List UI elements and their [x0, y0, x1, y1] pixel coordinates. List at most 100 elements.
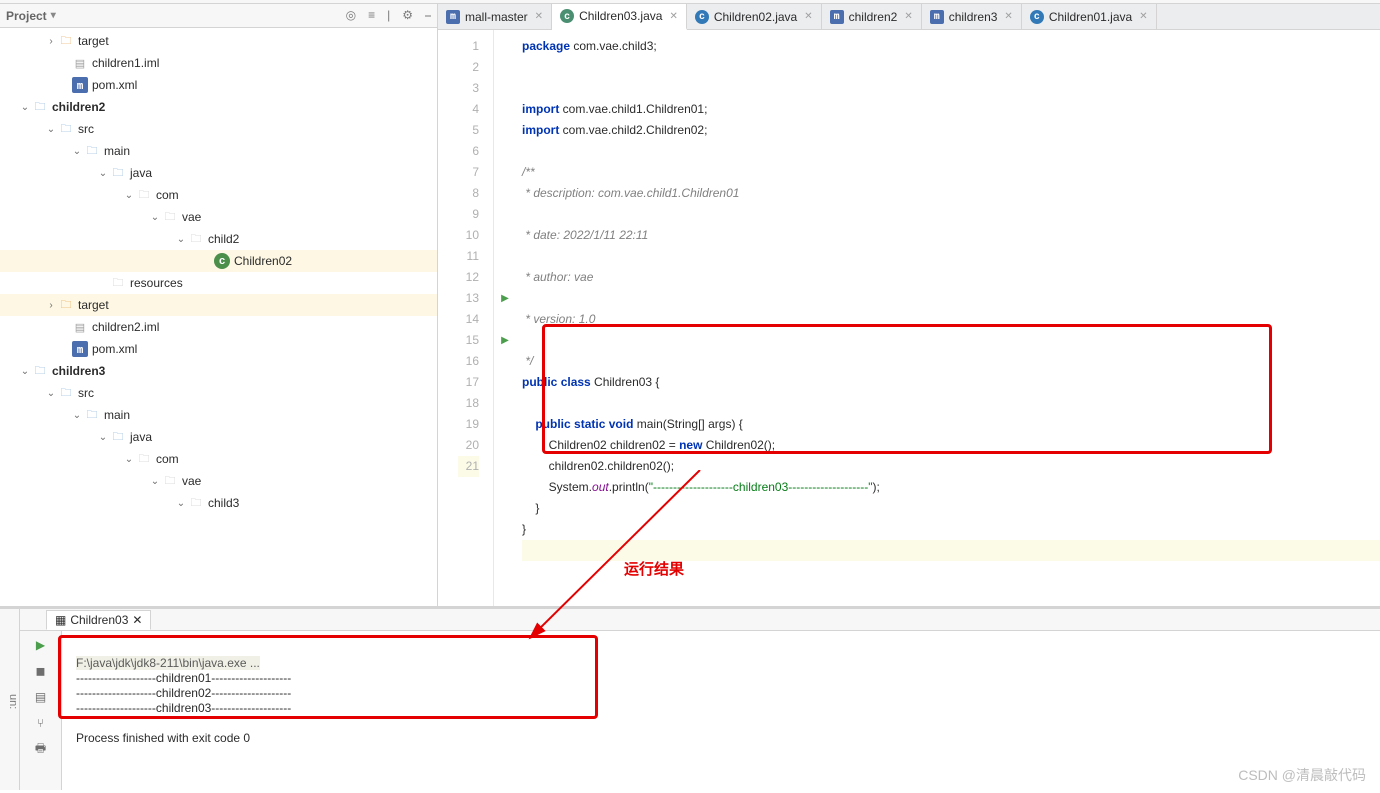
chevron-icon[interactable]: › [44, 300, 58, 311]
tree-item[interactable]: ⌄🗀 vae [0, 206, 437, 228]
tree-item[interactable]: ⌄🗀child3 [0, 492, 437, 514]
folder-icon: 🗀 [162, 473, 178, 489]
editor-tab[interactable]: mchildren3✕ [922, 4, 1022, 29]
close-icon[interactable]: ✕ [669, 11, 677, 22]
close-icon[interactable]: ✕ [132, 613, 142, 627]
tree-item-label: src [78, 386, 94, 400]
chevron-icon[interactable]: ⌄ [96, 432, 110, 443]
maven-icon: m [930, 10, 944, 24]
project-title[interactable]: Project [6, 9, 47, 23]
tree-item-label: java [130, 166, 152, 180]
run-panel: un: ▦ Children03 ✕ ▶ ◼ ▤ ⑂ 🖶 F:\java\jdk… [0, 606, 1380, 790]
editor-tab[interactable]: cChildren03.java✕ [552, 4, 687, 30]
tab-label: mall-master [465, 10, 528, 24]
chevron-icon[interactable]: ⌄ [70, 146, 84, 157]
target-icon[interactable]: ◎ [346, 8, 356, 23]
tree-item[interactable]: ⌄🗀child2 [0, 228, 437, 250]
chevron-icon[interactable]: ⌄ [44, 124, 58, 135]
console-line: --------------------children02----------… [76, 686, 291, 700]
folder-icon: 🗀 [58, 385, 74, 401]
run-tab[interactable]: ▦ Children03 ✕ [46, 610, 151, 630]
tree-item-label: children2 [52, 100, 105, 114]
tree-item-label: target [78, 298, 109, 312]
close-icon[interactable]: ✕ [1004, 11, 1012, 22]
project-sidebar: Project ▾ ◎ ≡ | ⚙ ⎯ ›🗀targetchildren1.im… [0, 4, 438, 606]
editor-tab[interactable]: cChildren01.java✕ [1022, 4, 1157, 29]
tree-item[interactable]: ⌄🗀children2 [0, 96, 437, 118]
tree-item[interactable]: ⌄🗀vae [0, 470, 437, 492]
tree-item-label: pom.xml [92, 342, 137, 356]
editor-tab[interactable]: m mall-master ✕ [438, 4, 552, 29]
close-icon[interactable]: ✕ [1139, 11, 1147, 22]
tree-item[interactable]: ⌄🗀 java [0, 162, 437, 184]
tree-item[interactable]: ⌄🗀com [0, 448, 437, 470]
stop-icon[interactable]: ◼ [33, 663, 49, 679]
class-icon: c [214, 253, 230, 269]
chevron-icon[interactable]: ⌄ [174, 498, 188, 509]
folder-icon: 🗀 [136, 451, 152, 467]
chevron-icon[interactable]: ⌄ [148, 212, 162, 223]
close-icon[interactable]: ✕ [804, 11, 812, 22]
chevron-icon[interactable]: ⌄ [70, 410, 84, 421]
project-dropdown-icon[interactable]: ▾ [51, 10, 56, 21]
folder-icon: 🗀 [110, 275, 126, 291]
chevron-icon[interactable]: ⌄ [174, 234, 188, 245]
gutter-icons: ▶▶ [494, 30, 516, 606]
layout-icon[interactable]: ▤ [33, 689, 49, 705]
tab-label: Children02.java [714, 10, 797, 24]
hide-icon[interactable]: ⎯ [425, 8, 431, 23]
tree-item[interactable]: ⌄🗀main [0, 404, 437, 426]
tree-item-label: vae [182, 210, 201, 224]
chevron-icon[interactable]: › [44, 36, 58, 47]
code-editor[interactable]: package com.vae.child3; import com.vae.c… [516, 30, 1380, 606]
tree-item[interactable]: ⌄🗀main [0, 140, 437, 162]
tree-item[interactable]: ⌄🗀 src [0, 382, 437, 404]
console-output[interactable]: F:\java\jdk\jdk8-211\bin\java.exe ... --… [62, 631, 1380, 790]
close-icon[interactable]: ✕ [904, 11, 912, 22]
rerun-icon[interactable]: ▶ [33, 637, 49, 653]
chevron-icon[interactable]: ⌄ [96, 168, 110, 179]
chevron-icon[interactable]: ⌄ [18, 366, 32, 377]
gear-icon[interactable]: ⚙ [402, 8, 413, 23]
close-icon[interactable]: ✕ [535, 11, 543, 22]
tree-item[interactable]: 🗀 resources [0, 272, 437, 294]
project-tree[interactable]: ›🗀targetchildren1.imlmpom.xml⌄🗀children2… [0, 28, 437, 606]
tree-item[interactable]: children1.iml [0, 52, 437, 74]
maven-icon: m [446, 10, 460, 24]
tree-item[interactable]: ⌄🗀children3 [0, 360, 437, 382]
filter-icon[interactable]: ⑂ [33, 715, 49, 731]
tree-item[interactable]: ⌄🗀java [0, 426, 437, 448]
tree-item-label: resources [130, 276, 183, 290]
maven-icon: m [830, 10, 844, 24]
divider-icon: | [387, 8, 390, 23]
folder-icon: 🗀 [162, 209, 178, 225]
tree-item[interactable]: mpom.xml [0, 74, 437, 96]
folder-icon: 🗀 [110, 165, 126, 181]
folder-icon: 🗀 [58, 121, 74, 137]
tree-item[interactable]: ⌄🗀src [0, 118, 437, 140]
expand-icon[interactable]: ≡ [368, 8, 375, 23]
chevron-icon[interactable]: ⌄ [44, 388, 58, 399]
tree-item[interactable]: ⌄🗀com [0, 184, 437, 206]
class-icon: c [560, 9, 574, 23]
run-strip-label[interactable]: un: [0, 609, 20, 790]
run-tab-label: Children03 [70, 613, 128, 627]
chevron-icon[interactable]: ⌄ [18, 102, 32, 113]
folder-icon: 🗀 [110, 429, 126, 445]
tree-item-label: Children02 [234, 254, 292, 268]
tree-item-label: child3 [208, 496, 239, 510]
editor-tab[interactable]: mchildren2✕ [822, 4, 922, 29]
folder-icon: 🗀 [58, 33, 74, 49]
tree-item[interactable]: ›🗀target [0, 294, 437, 316]
editor-tab[interactable]: cChildren02.java✕ [687, 4, 822, 29]
tree-item[interactable]: children2.iml [0, 316, 437, 338]
tree-item[interactable]: c Children02 [0, 250, 437, 272]
tree-item[interactable]: mpom.xml [0, 338, 437, 360]
watermark: CSDN @清晨敲代码 [1238, 765, 1366, 785]
print-icon[interactable]: 🖶 [33, 741, 49, 757]
chevron-icon[interactable]: ⌄ [122, 190, 136, 201]
editor-tabs[interactable]: mmall-master✕cChildren03.java✕cChildren0… [438, 4, 1380, 30]
chevron-icon[interactable]: ⌄ [148, 476, 162, 487]
tree-item[interactable]: ›🗀target [0, 30, 437, 52]
chevron-icon[interactable]: ⌄ [122, 454, 136, 465]
